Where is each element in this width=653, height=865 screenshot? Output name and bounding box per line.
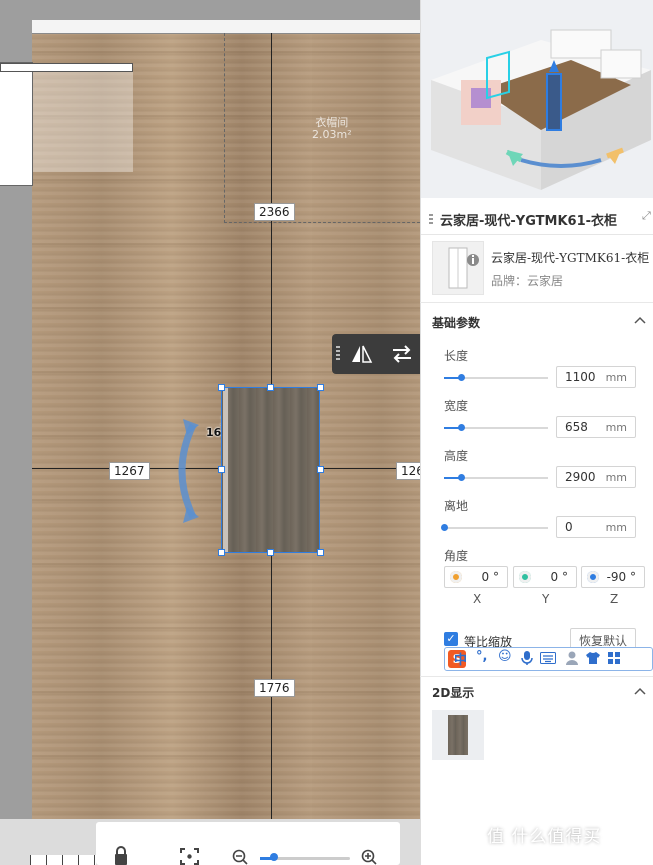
resize-handle[interactable] (317, 384, 324, 391)
resize-handle[interactable] (218, 549, 225, 556)
skin-shirt-icon[interactable] (585, 651, 601, 665)
resize-handle[interactable] (267, 549, 274, 556)
resize-handle[interactable] (218, 384, 225, 391)
input-value: 1100 (565, 370, 596, 384)
wardrobe-2d-image (448, 715, 468, 755)
param-label-elevation: 离地 (444, 499, 469, 513)
room-label-closet: 衣帽间 2.03m² (312, 117, 352, 141)
input-unit: mm (605, 521, 627, 534)
zoom-out-icon[interactable] (232, 849, 248, 865)
axis-label-y: Y (542, 592, 550, 606)
dimension-label-right[interactable]: 126 (396, 462, 420, 480)
closet-boundary-line (224, 33, 225, 223)
object-toolbar (332, 334, 420, 374)
height-slider[interactable] (444, 474, 548, 481)
angle-z-input[interactable]: -90 ° (581, 566, 645, 588)
slider-handle[interactable] (458, 474, 465, 481)
axis-label-x: X (473, 592, 482, 606)
ime-mode-label[interactable]: 中 (454, 649, 467, 668)
length-input[interactable]: 1100 mm (556, 366, 636, 388)
lock-icon[interactable] (113, 846, 129, 865)
wardrobe-thumbnail-image (448, 247, 479, 289)
rotate-arrow-icon[interactable] (163, 415, 203, 527)
resize-handle[interactable] (317, 466, 324, 473)
floor-plan-canvas[interactable]: 衣帽间 2.03m² 主卧 16.74m² 2366 1267 126 1776 (0, 0, 420, 865)
width-slider[interactable] (444, 424, 548, 431)
mirror-icon[interactable] (350, 344, 374, 364)
param-label-angle: 角度 (444, 549, 469, 563)
input-value: 658 (565, 420, 588, 434)
3d-room-render (431, 29, 651, 190)
axis-x-icon (450, 571, 462, 583)
resize-handle[interactable] (267, 384, 274, 391)
axis-label-z: Z (610, 592, 619, 606)
drag-grip-icon[interactable] (429, 212, 433, 224)
param-label-height: 高度 (444, 449, 469, 463)
product-name: 云家居-现代-YGTMK61-衣柜 (491, 251, 650, 265)
chevron-up-icon[interactable] (634, 687, 646, 695)
microphone-icon[interactable] (521, 650, 533, 666)
focus-icon[interactable] (180, 848, 199, 865)
input-value: 0 (565, 520, 573, 534)
dimension-label-bottom[interactable]: 1776 (254, 679, 295, 697)
panel-title: 云家居-现代-YGTMK61-衣柜 (440, 214, 618, 229)
user-icon[interactable] (565, 650, 579, 666)
angle-value: 0 ° (550, 570, 568, 584)
input-unit: mm (605, 421, 627, 434)
room-area: 2.03m² (312, 128, 352, 141)
input-unit: mm (605, 371, 627, 384)
chevron-up-icon[interactable] (634, 316, 646, 324)
length-slider[interactable] (444, 374, 548, 381)
elevation-slider[interactable] (441, 524, 548, 531)
angle-x-input[interactable]: 0 ° (444, 566, 508, 588)
param-label-width: 宽度 (444, 399, 469, 413)
stairs-edge (30, 855, 96, 865)
dimension-label-top[interactable]: 2366 (254, 203, 295, 221)
top-wall (32, 20, 420, 34)
ime-punctuation-icon[interactable]: °, (476, 649, 487, 664)
input-value: 2900 (565, 470, 596, 484)
proportional-checkbox[interactable]: ✓ (444, 632, 458, 646)
drag-grip-icon[interactable] (336, 346, 340, 360)
section-title-2d[interactable]: 2D显示 (432, 684, 474, 701)
input-unit: mm (605, 471, 627, 484)
angle-value: -90 ° (606, 570, 636, 584)
product-thumbnail[interactable] (432, 241, 484, 295)
angle-value: 0 ° (481, 570, 499, 584)
resize-handle[interactable] (218, 466, 225, 473)
slider-handle[interactable] (458, 424, 465, 431)
swap-icon[interactable] (390, 344, 414, 364)
divider (420, 302, 653, 303)
door-frame (0, 62, 33, 186)
wardrobe-object[interactable] (221, 387, 320, 553)
width-input[interactable]: 658 mm (556, 416, 636, 438)
dimension-label-left[interactable]: 1267 (109, 462, 150, 480)
param-label-length: 长度 (444, 349, 469, 363)
axis-y-icon (519, 571, 531, 583)
door-panel[interactable] (0, 63, 133, 72)
slider-handle[interactable] (458, 374, 465, 381)
toolbox-grid-icon[interactable] (607, 651, 621, 665)
angle-y-input[interactable]: 0 ° (513, 566, 577, 588)
zoom-in-icon[interactable] (361, 849, 377, 865)
product-brand: 品牌：云家居 (491, 274, 564, 288)
emoji-icon[interactable]: ☺ (498, 649, 512, 664)
elevation-input[interactable]: 0 mm (556, 516, 636, 538)
3d-preview[interactable] (421, 0, 653, 198)
2d-display-thumbnail[interactable] (432, 710, 484, 760)
expand-icon[interactable]: ⤢ (642, 209, 651, 223)
view-toolbar (96, 822, 400, 865)
zoom-slider-handle[interactable] (270, 853, 278, 861)
height-input[interactable]: 2900 mm (556, 466, 636, 488)
closet-boundary-line (224, 222, 420, 223)
axis-z-icon (587, 571, 599, 583)
watermark-text: 值 什么值得买 (487, 827, 602, 847)
keyboard-icon[interactable] (540, 652, 556, 664)
resize-handle[interactable] (317, 549, 324, 556)
section-title-basic[interactable]: 基础参数 (432, 314, 480, 331)
divider (420, 676, 653, 677)
slider-handle[interactable] (441, 524, 448, 531)
